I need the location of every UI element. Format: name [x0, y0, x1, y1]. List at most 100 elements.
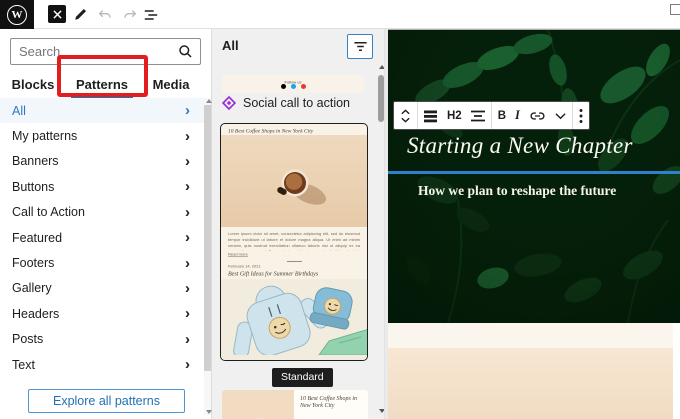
tab-blocks[interactable]: Blocks: [0, 73, 66, 95]
scroll-down-arrow-icon[interactable]: [205, 410, 212, 414]
content-white-section[interactable]: [388, 323, 673, 348]
pattern-category-list: All › My patterns › Banners › Buttons › Call…: [0, 98, 204, 377]
italic-button[interactable]: I: [515, 108, 520, 123]
pattern-search-box[interactable]: [10, 38, 201, 65]
sidebar-scrollbar-thumb[interactable]: [204, 105, 211, 371]
social-dots: [222, 84, 364, 89]
list-view-button[interactable]: [143, 7, 159, 28]
patterns-panel: All Follow us Social call to action 10 B…: [212, 29, 385, 419]
move-up-down-icon: [401, 108, 410, 123]
category-gallery[interactable]: Gallery ›: [0, 276, 204, 301]
cover-block-leaves-image[interactable]: [388, 29, 680, 323]
post-subtitle-text[interactable]: How we plan to reshape the future: [418, 183, 616, 199]
preview-coffee-image-small: [222, 390, 294, 419]
scroll-up-arrow-icon[interactable]: [378, 65, 384, 69]
close-icon: [52, 9, 62, 19]
pattern-preview-social[interactable]: Follow us: [222, 75, 364, 93]
content-beige-section[interactable]: [388, 348, 673, 419]
link-icon[interactable]: [529, 109, 546, 123]
pattern-preview-two-column[interactable]: 10 Best Coffee Shops in New York City Lo…: [222, 390, 368, 419]
wordpress-block-editor: W Blocks Patterns Media: [0, 0, 680, 419]
preview-coffee-image: [221, 135, 367, 228]
category-posts[interactable]: Posts ›: [0, 327, 204, 352]
panel-scrollbar-thumb[interactable]: [378, 75, 384, 122]
category-featured[interactable]: Featured ›: [0, 225, 204, 250]
block-insertion-indicator: [388, 171, 680, 174]
undo-button[interactable]: [97, 7, 113, 28]
post-heading-text[interactable]: Starting a New Chapter: [407, 133, 633, 159]
category-all[interactable]: All ›: [0, 98, 204, 124]
filter-icon: [353, 41, 367, 52]
social-icon-youtube: [300, 84, 306, 89]
pattern-label-row: Social call to action: [222, 95, 350, 111]
heading-tools-group: H2: [417, 102, 491, 129]
chevron-right-icon: ›: [185, 356, 190, 374]
canvas-right-gutter: [673, 323, 680, 419]
cover-vignette: [388, 30, 680, 323]
preview-post-date: February 14, 2021: [228, 263, 261, 269]
chevron-right-icon: ›: [185, 254, 190, 272]
preview-separator: [286, 260, 302, 262]
chevron-down-icon[interactable]: [555, 112, 566, 120]
pattern-tooltip: Standard: [272, 368, 333, 387]
category-call-to-action[interactable]: Call to Action ›: [0, 200, 204, 225]
preview-article-column: 10 Best Coffee Shops in New York City Lo…: [294, 390, 368, 419]
scroll-up-arrow-icon[interactable]: [205, 99, 212, 103]
text-align-icon[interactable]: [470, 109, 485, 123]
bold-button[interactable]: B: [498, 110, 506, 122]
top-toolbar: W: [0, 0, 680, 29]
pattern-source-icon: [222, 96, 236, 110]
panel-heading: All: [222, 38, 239, 53]
list-view-icon: [144, 10, 158, 20]
chevron-right-icon: ›: [185, 229, 190, 247]
pattern-name-label: Social call to action: [243, 96, 351, 110]
scroll-down-arrow-icon[interactable]: [378, 409, 384, 413]
edit-mode-button[interactable]: [72, 7, 88, 28]
category-headers[interactable]: Headers ›: [0, 301, 204, 326]
undo-icon: [98, 10, 111, 18]
settings-icon[interactable]: [670, 4, 680, 15]
preview-post-title-2: Best Gift Ideas for Summer Birthdays: [228, 270, 319, 278]
editor-canvas: H2 B I Starting a New Chapter How we pla…: [385, 29, 680, 419]
chevron-right-icon: ›: [185, 178, 190, 196]
chevron-right-icon: ›: [185, 330, 190, 348]
search-icon: [179, 45, 192, 58]
formatting-group: B I: [490, 102, 572, 129]
chevron-right-icon: ›: [185, 102, 190, 120]
inserter-sidebar: Blocks Patterns Media All› My patterns› …: [0, 29, 212, 419]
block-toolbar: H2 B I: [393, 101, 590, 130]
options-menu[interactable]: [571, 102, 589, 129]
preview-post-title: 10 Best Coffee Shops in New York City: [300, 395, 357, 409]
chevron-right-icon: ›: [185, 203, 190, 221]
pattern-preview-standard[interactable]: 10 Best Coffee Shops in New York City Lo…: [220, 123, 368, 361]
tab-patterns[interactable]: Patterns: [66, 73, 138, 95]
redo-button[interactable]: [122, 7, 138, 28]
block-mover[interactable]: [394, 102, 417, 129]
redo-icon: [124, 10, 137, 18]
heading-block-icon[interactable]: [424, 109, 438, 123]
kebab-menu-icon: [579, 108, 583, 123]
social-icon-black: [280, 84, 286, 89]
wordpress-logo-icon: W: [7, 4, 27, 25]
preview-read-more-link: Read more: [228, 251, 248, 257]
preview-excerpt-text: Lorem ipsum dolor sit amet, consectetur …: [228, 231, 360, 251]
preview-post-title: 10 Best Coffee Shops in New York City: [228, 128, 314, 134]
category-text[interactable]: Text ›: [0, 352, 204, 377]
wordpress-logo-button[interactable]: W: [0, 0, 34, 29]
chevron-right-icon: ›: [185, 305, 190, 323]
social-icon-twitter: [290, 84, 296, 89]
pencil-icon: [75, 8, 87, 20]
category-footers[interactable]: Footers ›: [0, 250, 204, 275]
search-input[interactable]: [19, 39, 169, 64]
preview-hoodie-image: [221, 279, 367, 360]
tab-media[interactable]: Media: [138, 73, 204, 95]
explore-all-patterns-button[interactable]: Explore all patterns: [28, 389, 185, 413]
close-inserter-button[interactable]: [48, 5, 66, 23]
chevron-right-icon: ›: [185, 279, 190, 297]
heading-level-button[interactable]: H2: [447, 110, 462, 122]
category-my-patterns[interactable]: My patterns ›: [0, 123, 204, 148]
chevron-right-icon: ›: [185, 152, 190, 170]
filter-button[interactable]: [347, 34, 373, 59]
category-buttons[interactable]: Buttons ›: [0, 174, 204, 199]
category-banners[interactable]: Banners ›: [0, 149, 204, 174]
